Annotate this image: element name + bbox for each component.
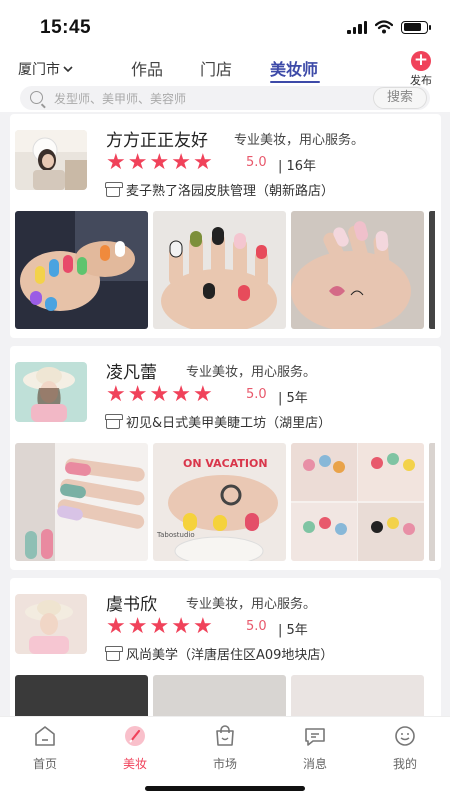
bottom-tab-makeup[interactable]: 美妆 (105, 725, 165, 772)
publish-button[interactable]: + 发布 (406, 50, 436, 88)
photo-watermark: Tabostudio (156, 531, 195, 539)
battery-icon (401, 20, 431, 34)
avatar (15, 594, 87, 654)
city-label: 厦门市 (18, 62, 60, 78)
star-icon: ★ (192, 150, 213, 175)
star-icon: ★ (171, 614, 191, 639)
search-placeholder: 发型师、美甲师、美容师 (54, 92, 187, 106)
avatar (15, 130, 87, 190)
artist-name: 凌凡蕾 (106, 363, 157, 383)
work-photo-peek (429, 211, 435, 329)
bottom-tab-home[interactable]: 首页 (15, 725, 75, 772)
star-icon: ★ (171, 150, 191, 175)
star-rating: ★ ★ ★ ★ ★ (106, 384, 213, 406)
work-photo[interactable] (291, 211, 424, 329)
work-photo[interactable] (153, 211, 286, 329)
photo-banner-text: ON VACATION (183, 457, 268, 470)
active-tab-indicator (270, 81, 320, 83)
artist-name: 方方正正友好 (106, 131, 208, 151)
profile-icon (395, 726, 415, 746)
bottom-tab-label: 市场 (212, 757, 237, 771)
search-icon (30, 91, 43, 104)
star-icon: ★ (106, 614, 126, 639)
artist-card[interactable]: 方方正正友好 专业美妆，用心服务。 ★ ★ ★ ★ ★ 5.0 | 16年 麦子熟了洛园… (10, 114, 441, 338)
star-icon: ★ (106, 150, 126, 175)
star-rating: ★ ★ ★ ★ ★ (106, 152, 213, 174)
shop-name[interactable]: 麦子熟了洛园皮肤管理（朝新路店） (126, 180, 334, 199)
artist-card[interactable]: 虞书欣 专业美妆，用心服务。 ★ ★ ★ ★ ★ 5.0 | 5年 风尚美学（洋唐居住区… (10, 578, 441, 728)
experience-years: | 5年 (278, 623, 308, 638)
rating-score: 5.0 (246, 155, 267, 170)
experience-years: | 16年 (278, 159, 317, 174)
shop-name[interactable]: 风尚美学（洋唐居住区A09地块店） (126, 644, 333, 663)
status-bar: 15:45 (0, 0, 450, 50)
message-icon (305, 728, 325, 746)
artist-card[interactable]: 凌凡蕾 专业美妆，用心服务。 ★ ★ ★ ★ ★ 5.0 | 5年 初见&日式美甲美睫工… (10, 346, 441, 570)
bottom-tab-label: 首页 (32, 757, 57, 771)
rating-score: 5.0 (246, 619, 267, 634)
experience-years: | 5年 (278, 391, 308, 406)
bottom-tab-messages[interactable]: 消息 (285, 725, 345, 772)
star-icon: ★ (149, 150, 170, 175)
star-icon: ★ (192, 614, 213, 639)
tab-stores[interactable]: 门店 (200, 56, 232, 80)
wifi-icon (375, 20, 393, 34)
work-photo-peek (429, 443, 435, 561)
bottom-tab-profile[interactable]: 我的 (375, 725, 435, 772)
work-photo[interactable]: ON VACATION Tabostudio (153, 443, 286, 561)
search-input[interactable]: 发型师、美甲师、美容师 搜索 (20, 86, 430, 110)
bottom-tab-label: 我的 (392, 757, 417, 771)
status-icons (347, 20, 431, 34)
makeup-icon (125, 726, 145, 746)
home-indicator (145, 786, 305, 791)
shop-name[interactable]: 初见&日式美甲美睫工坊（湖里店） (126, 412, 331, 431)
artist-slogan: 专业美妆，用心服务。 (186, 597, 317, 612)
shop-icon (105, 182, 123, 197)
work-photo[interactable] (15, 443, 148, 561)
home-icon (35, 726, 55, 746)
star-icon: ★ (127, 382, 148, 407)
search-button[interactable]: 搜索 (373, 87, 427, 109)
bottom-tab-market[interactable]: 市场 (195, 725, 255, 772)
bottom-tab-label: 美妆 (122, 757, 147, 771)
bottom-tab-label: 消息 (302, 757, 327, 771)
screen: 15:45 厦门市 作品 门店 美妆师 + 发布 发型师、美甲师、美容师 搜索 … (0, 0, 450, 800)
star-icon: ★ (192, 382, 213, 407)
plus-icon: + (411, 51, 431, 71)
artist-name: 虞书欣 (106, 595, 157, 615)
star-icon: ★ (106, 382, 126, 407)
avatar (15, 362, 87, 422)
star-icon: ★ (149, 382, 170, 407)
signal-icon (347, 20, 367, 34)
rating-score: 5.0 (246, 387, 267, 402)
star-rating: ★ ★ ★ ★ ★ (106, 616, 213, 638)
star-icon: ★ (149, 614, 170, 639)
artist-slogan: 专业美妆，用心服务。 (186, 365, 317, 380)
shop-icon (105, 414, 123, 429)
market-bag-icon (216, 725, 234, 746)
search-area: 发型师、美甲师、美容师 搜索 (0, 86, 450, 112)
work-photo[interactable] (291, 443, 424, 561)
star-icon: ★ (127, 150, 148, 175)
chevron-down-icon (63, 65, 73, 72)
star-icon: ★ (127, 614, 148, 639)
tab-makeup-artists[interactable]: 美妆师 (270, 56, 318, 80)
work-photo[interactable] (15, 211, 148, 329)
city-selector[interactable]: 厦门市 (18, 59, 73, 79)
artist-slogan: 专业美妆，用心服务。 (234, 133, 365, 148)
status-time: 15:45 (40, 17, 92, 38)
star-icon: ★ (171, 382, 191, 407)
shop-icon (105, 646, 123, 661)
top-nav: 厦门市 作品 门店 美妆师 + 发布 (0, 50, 450, 88)
tab-works[interactable]: 作品 (131, 56, 163, 80)
